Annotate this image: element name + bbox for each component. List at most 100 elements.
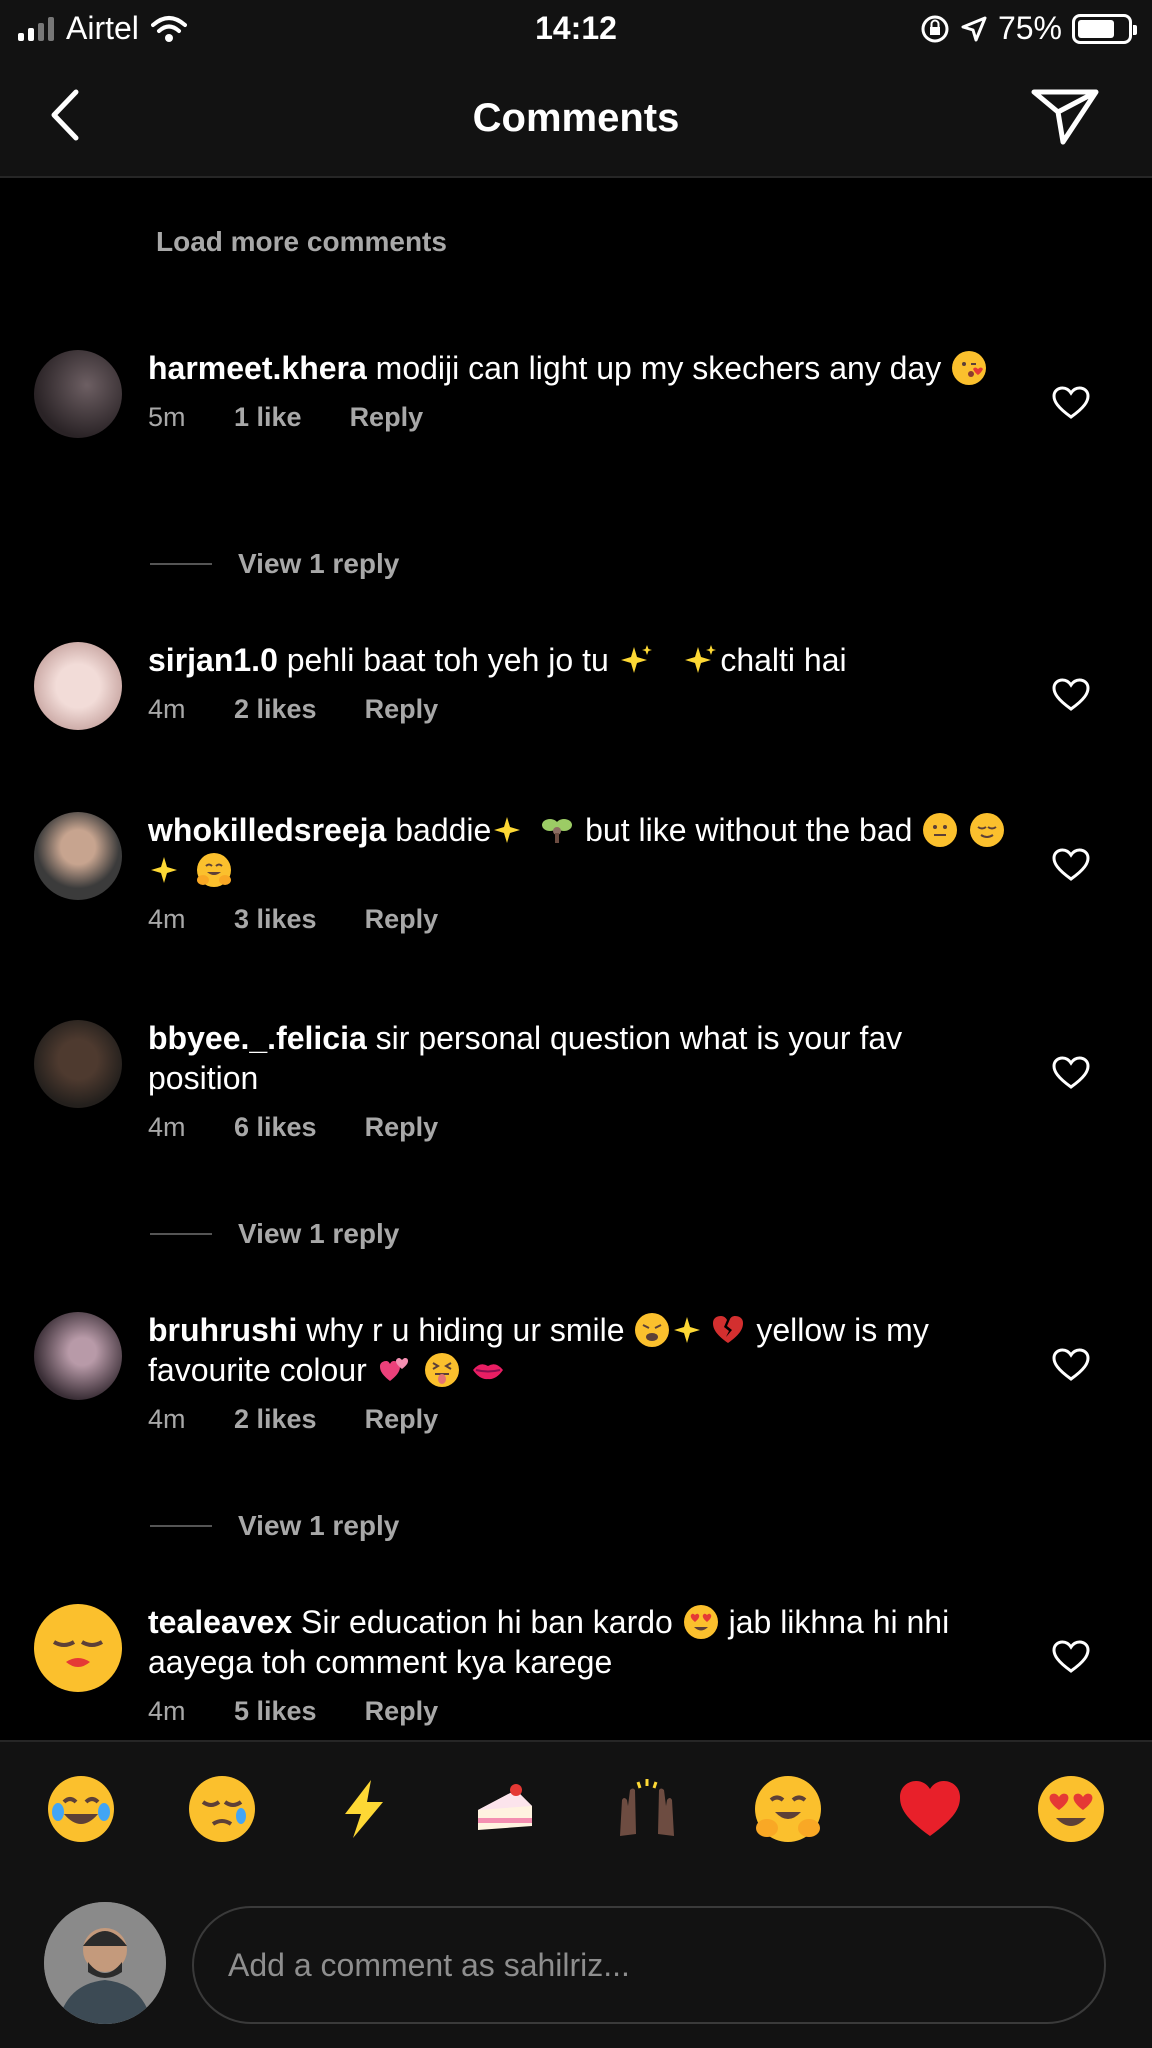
comment-meta: 5m 1 like Reply xyxy=(148,402,1008,433)
fairy-emoji xyxy=(540,813,574,847)
weary-emoji xyxy=(635,1313,670,1347)
reply-button[interactable]: Reply xyxy=(365,904,439,935)
add-comment-input[interactable]: Add a comment as sahilriz... xyxy=(192,1906,1106,2024)
battery-percent: 75% xyxy=(997,10,1062,46)
hugging-emoji-button[interactable] xyxy=(755,1776,822,1842)
reply-button[interactable]: Reply xyxy=(365,1696,439,1727)
lightning-emoji-button[interactable] xyxy=(331,1776,397,1842)
reply-thread-line xyxy=(150,563,212,565)
red-heart-emoji-button[interactable] xyxy=(897,1776,963,1842)
avatar[interactable] xyxy=(34,1312,122,1400)
comment-username[interactable]: bbyee._.felicia xyxy=(148,1020,367,1056)
view-replies-label[interactable]: View 1 reply xyxy=(238,1510,399,1542)
battery-icon xyxy=(1072,13,1137,44)
slightly-smiling-emoji xyxy=(923,813,958,847)
location-arrow-icon xyxy=(961,16,987,41)
heart-eyes-emoji-button[interactable] xyxy=(1038,1776,1105,1842)
comment-message-end: but like without the bad xyxy=(585,812,913,848)
comment-time: 4m xyxy=(148,1404,186,1434)
comment-likes[interactable]: 3 likes xyxy=(234,904,317,935)
orientation-lock-icon xyxy=(921,15,949,42)
comment-message-end: chalti hai xyxy=(720,642,847,678)
comment-username[interactable]: sirjan1.0 xyxy=(148,642,278,678)
comment-body: bbyee._.felicia sir personal question wh… xyxy=(148,1018,1008,1143)
comments-header: Comments xyxy=(0,58,1152,178)
comment-text: bbyee._.felicia sir personal question wh… xyxy=(148,1018,1008,1098)
squinting-tongue-emoji xyxy=(424,1353,459,1387)
comment-message-start: pehli baat toh yeh jo tu xyxy=(286,642,609,678)
joy-emoji-button[interactable] xyxy=(47,1776,114,1842)
heart-eyes-emoji xyxy=(683,1605,718,1639)
relieved-emoji xyxy=(970,813,1005,847)
sparkles-emoji xyxy=(150,853,184,887)
reply-button[interactable]: Reply xyxy=(350,402,424,433)
like-heart-icon[interactable] xyxy=(1052,1640,1090,1674)
comment-username[interactable]: tealeavex xyxy=(148,1604,292,1640)
view-replies-link[interactable]: View 1 reply xyxy=(150,1510,399,1542)
comments-feed[interactable]: Load more comments harmeet.khera modiji … xyxy=(0,178,1152,1740)
avatar[interactable] xyxy=(34,812,122,900)
comment-time: 4m xyxy=(148,694,186,724)
comment-likes[interactable]: 2 likes xyxy=(234,694,317,725)
avatar[interactable] xyxy=(34,642,122,730)
avatar[interactable] xyxy=(34,1020,122,1108)
avatar[interactable] xyxy=(34,1604,122,1692)
view-replies-label[interactable]: View 1 reply xyxy=(238,1218,399,1250)
sparkles-emoji xyxy=(673,1313,707,1347)
lips-emoji xyxy=(471,1353,505,1387)
page-title: Comments xyxy=(472,96,680,140)
two-hearts-emoji xyxy=(378,1353,412,1387)
sparkles-emoji xyxy=(493,813,527,847)
comment-body: bruhrushi why r u hiding ur smile yellow… xyxy=(148,1310,1008,1435)
comment-likes[interactable]: 5 likes xyxy=(234,1696,317,1727)
pouting-lips-face-icon xyxy=(52,1640,104,1667)
comment-text: whokilledsreeja baddie but like without … xyxy=(148,810,1008,890)
send-paper-plane-icon[interactable] xyxy=(1030,86,1100,146)
avatar[interactable] xyxy=(34,350,122,438)
sparkles-emoji xyxy=(684,643,718,677)
view-replies-label[interactable]: View 1 reply xyxy=(238,548,399,580)
view-replies-link[interactable]: View 1 reply xyxy=(150,1218,399,1250)
comment-likes[interactable]: 6 likes xyxy=(234,1112,317,1143)
comment-time: 4m xyxy=(148,1112,186,1142)
comment-time: 5m xyxy=(148,402,186,432)
comment-body: whokilledsreeja baddie but like without … xyxy=(148,810,1008,935)
broken-heart-emoji xyxy=(711,1313,745,1347)
comment-likes[interactable]: 1 like xyxy=(234,402,302,433)
comment-text: sirjan1.0 pehli baat toh yeh jo tu chalt… xyxy=(148,640,1008,680)
comment-likes[interactable]: 2 likes xyxy=(234,1404,317,1435)
comment-username[interactable]: whokilledsreeja xyxy=(148,812,386,848)
add-comment-placeholder: Add a comment as sahilriz... xyxy=(228,1946,630,1983)
comment-text: harmeet.khera modiji can light up my ske… xyxy=(148,348,1008,388)
sparkles-emoji xyxy=(620,643,654,677)
reply-thread-line xyxy=(150,1525,212,1527)
current-user-avatar[interactable] xyxy=(44,1902,166,2024)
comment-meta: 4m 3 likes Reply xyxy=(148,904,1008,935)
comment-time: 4m xyxy=(148,904,186,934)
view-replies-link[interactable]: View 1 reply xyxy=(150,548,399,580)
like-heart-icon[interactable] xyxy=(1052,1056,1090,1090)
like-heart-icon[interactable] xyxy=(1052,386,1090,420)
like-heart-icon[interactable] xyxy=(1052,678,1090,712)
hugging-emoji xyxy=(196,853,231,887)
comment-message-start: why r u hiding ur smile xyxy=(306,1312,625,1348)
status-bar: Airtel 14:12 75% xyxy=(0,0,1152,58)
reply-button[interactable]: Reply xyxy=(365,1404,439,1435)
cake-emoji-button[interactable] xyxy=(472,1776,538,1842)
comment-text: tealeavex Sir education hi ban kardo jab… xyxy=(148,1602,1008,1682)
comment-message-start: baddie xyxy=(395,812,492,848)
comment-username[interactable]: bruhrushi xyxy=(148,1312,297,1348)
load-more-comments-link[interactable]: Load more comments xyxy=(156,226,447,258)
sad-tear-emoji-button[interactable] xyxy=(189,1776,256,1842)
comment-username[interactable]: harmeet.khera xyxy=(148,350,367,386)
reply-button[interactable]: Reply xyxy=(365,1112,439,1143)
reply-thread-line xyxy=(150,1233,212,1235)
raised-hands-emoji-button[interactable] xyxy=(614,1776,680,1842)
like-heart-icon[interactable] xyxy=(1052,1348,1090,1382)
reply-button[interactable]: Reply xyxy=(365,694,439,725)
like-heart-icon[interactable] xyxy=(1052,848,1090,882)
profile-photo-icon xyxy=(44,1902,166,2024)
comment-body: tealeavex Sir education hi ban kardo jab… xyxy=(148,1602,1008,1727)
comment-meta: 4m 5 likes Reply xyxy=(148,1696,1008,1727)
comment-message: modiji can light up my skechers any day xyxy=(375,350,942,386)
